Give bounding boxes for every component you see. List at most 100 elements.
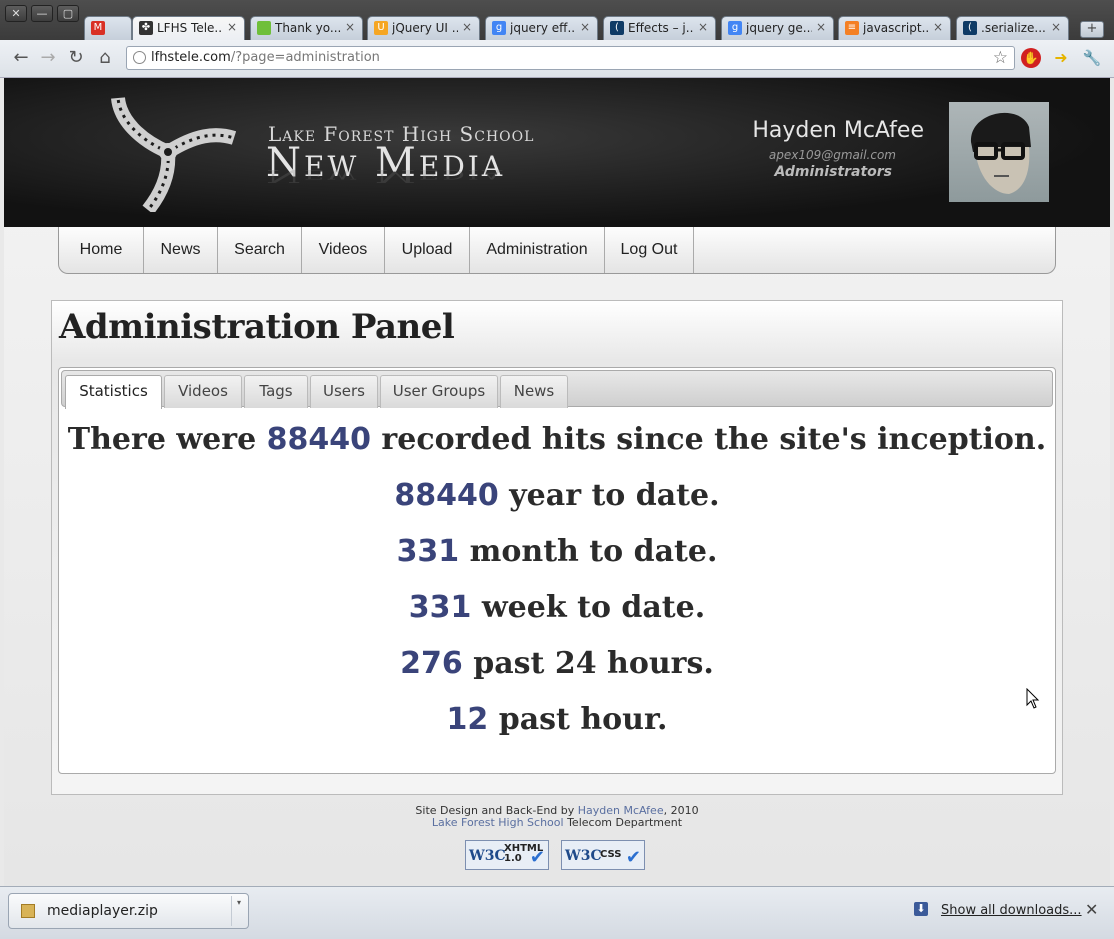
- address-bar[interactable]: lfhstele.com/?page=administration ☆: [126, 46, 1015, 70]
- stat-number: 331: [396, 534, 460, 569]
- tab-title: jQuery UI ...: [392, 21, 458, 35]
- panel-tab-bar: Statistics Videos Tags Users User Groups…: [61, 370, 1053, 409]
- browser-tab[interactable]: g jquery ge... ×: [721, 16, 834, 40]
- url-host: lfhstele.com: [151, 50, 231, 65]
- tab-statistics[interactable]: Statistics: [65, 375, 162, 409]
- checkmark-icon: ✔: [529, 847, 545, 868]
- tab-videos[interactable]: Videos: [164, 375, 242, 408]
- globe-icon: [133, 51, 146, 64]
- maximize-window-button[interactable]: ▢: [57, 5, 79, 22]
- browser-tab[interactable]: ✤ LFHS Tele... ×: [132, 16, 245, 40]
- tab-close-icon[interactable]: ×: [345, 20, 355, 34]
- stat-month-to-date: 331 month to date.: [59, 534, 1055, 569]
- minimize-window-button[interactable]: —: [31, 5, 53, 22]
- url-path: /?page=administration: [230, 50, 380, 65]
- google-icon: g: [728, 21, 742, 35]
- tab-title: .serialize...: [981, 21, 1046, 35]
- jquery-icon: (: [610, 21, 624, 35]
- user-group: Administrators: [774, 164, 892, 180]
- stat-suffix: month to date.: [459, 534, 718, 569]
- nav-upload[interactable]: Upload: [385, 227, 470, 273]
- extension-icon[interactable]: ➜: [1051, 48, 1071, 68]
- film-reel-logo-icon: [111, 96, 236, 212]
- stat-year-to-date: 88440 year to date.: [59, 478, 1055, 513]
- badge-kind-line2: 1.0: [504, 853, 522, 864]
- jquery-icon: (: [963, 21, 977, 35]
- tab-users[interactable]: Users: [310, 375, 378, 408]
- avatar[interactable]: [949, 102, 1049, 202]
- badge-kind-line1: CSS: [600, 849, 622, 860]
- tab-close-icon[interactable]: ×: [462, 20, 472, 34]
- nav-administration[interactable]: Administration: [470, 227, 605, 273]
- tab-news[interactable]: News: [500, 375, 568, 408]
- w3c-css-badge[interactable]: W3C CSS ✔: [561, 840, 645, 870]
- tab-close-icon[interactable]: ×: [698, 20, 708, 34]
- browser-tab[interactable]: ( Effects – j... ×: [603, 16, 716, 40]
- close-window-button[interactable]: ✕: [5, 5, 27, 22]
- browser-tab[interactable]: UjQuery UI ... ×: [367, 16, 480, 40]
- stat-total-hits: There were 88440 recorded hits since the…: [59, 422, 1055, 457]
- browser-toolbar: ← → ↻ ⌂ lfhstele.com/?page=administratio…: [0, 40, 1114, 78]
- main-navigation: Home News Search Videos Upload Administr…: [58, 227, 1056, 274]
- adblock-icon[interactable]: ✋: [1021, 48, 1041, 68]
- downloads-icon: ⬇: [914, 902, 928, 916]
- film-icon: ✤: [139, 21, 153, 35]
- page-title: Administration Panel: [59, 307, 455, 347]
- mouse-cursor-icon: [1026, 688, 1040, 709]
- wrench-icon[interactable]: 🔧: [1082, 48, 1102, 68]
- user-name[interactable]: Hayden McAfee: [752, 118, 924, 143]
- stat-suffix: past 24 hours.: [462, 646, 714, 681]
- tab-strip: ✕ — ▢ M ✤ LFHS Tele... × Thank yo... × UjQuery…: [0, 0, 1114, 40]
- nav-home[interactable]: Home: [59, 227, 144, 273]
- stat-prefix: There were: [67, 422, 267, 457]
- tab-user-groups[interactable]: User Groups: [380, 375, 498, 408]
- tab-title: Effects – j...: [628, 21, 694, 35]
- stat-suffix: year to date.: [498, 478, 720, 513]
- reload-icon[interactable]: ↻: [65, 47, 87, 68]
- footer-school-link[interactable]: Lake Forest High School: [432, 816, 564, 829]
- tab-title: jquery eff...: [510, 21, 576, 35]
- tab-title: javascript...: [863, 21, 929, 35]
- nav-log-out[interactable]: Log Out: [605, 227, 694, 273]
- browser-tab[interactable]: Thank yo... ×: [250, 16, 363, 40]
- tab-close-icon[interactable]: ×: [1051, 20, 1061, 34]
- stat-suffix: week to date.: [471, 590, 706, 625]
- stat-suffix: past hour.: [488, 702, 668, 737]
- home-icon[interactable]: ⌂: [94, 47, 116, 68]
- jquery-ui-icon: U: [374, 21, 388, 35]
- browser-tab[interactable]: g jquery eff... ×: [485, 16, 598, 40]
- url-text[interactable]: lfhstele.com/?page=administration: [151, 50, 380, 65]
- bookmark-star-icon[interactable]: ☆: [993, 48, 1008, 68]
- browser-tab[interactable]: ( .serialize... ×: [956, 16, 1069, 40]
- stat-number: 88440: [394, 478, 499, 513]
- stat-suffix: recorded hits since the site's inception…: [370, 422, 1047, 457]
- badge-kind: CSS: [600, 850, 621, 860]
- chevron-down-icon[interactable]: ▾: [231, 896, 246, 926]
- w3c-xhtml-badge[interactable]: W3C XHTML 1.0 ✔: [465, 840, 549, 870]
- nav-news[interactable]: News: [144, 227, 218, 273]
- footer-department: Lake Forest High School Telecom Departme…: [4, 816, 1110, 829]
- stat-past-hour: 12 past hour.: [59, 702, 1055, 737]
- browser-tab[interactable]: M: [84, 16, 132, 40]
- back-icon[interactable]: ←: [10, 47, 32, 68]
- tab-title: jquery ge...: [746, 21, 812, 35]
- tab-tags[interactable]: Tags: [244, 375, 308, 408]
- download-item[interactable]: mediaplayer.zip ▾: [8, 893, 249, 929]
- close-icon[interactable]: ✕: [1085, 900, 1098, 919]
- tab-title: Thank yo...: [275, 21, 341, 35]
- show-all-downloads-link[interactable]: Show all downloads...: [941, 903, 1082, 918]
- forward-icon[interactable]: →: [37, 47, 59, 68]
- site-header: Lake Forest High School New Media New Me…: [4, 78, 1110, 227]
- stat-number: 88440: [266, 422, 371, 457]
- tab-close-icon[interactable]: ×: [816, 20, 826, 34]
- stat-number: 276: [400, 646, 463, 681]
- browser-tab[interactable]: ≡ javascript... ×: [838, 16, 951, 40]
- user-email: apex109@gmail.com: [768, 148, 896, 162]
- new-tab-button[interactable]: +: [1080, 21, 1104, 38]
- tab-close-icon[interactable]: ×: [580, 20, 590, 34]
- stackoverflow-icon: ≡: [845, 21, 859, 35]
- nav-videos[interactable]: Videos: [302, 227, 385, 273]
- nav-search[interactable]: Search: [218, 227, 302, 273]
- tab-close-icon[interactable]: ×: [227, 20, 237, 34]
- tab-close-icon[interactable]: ×: [933, 20, 943, 34]
